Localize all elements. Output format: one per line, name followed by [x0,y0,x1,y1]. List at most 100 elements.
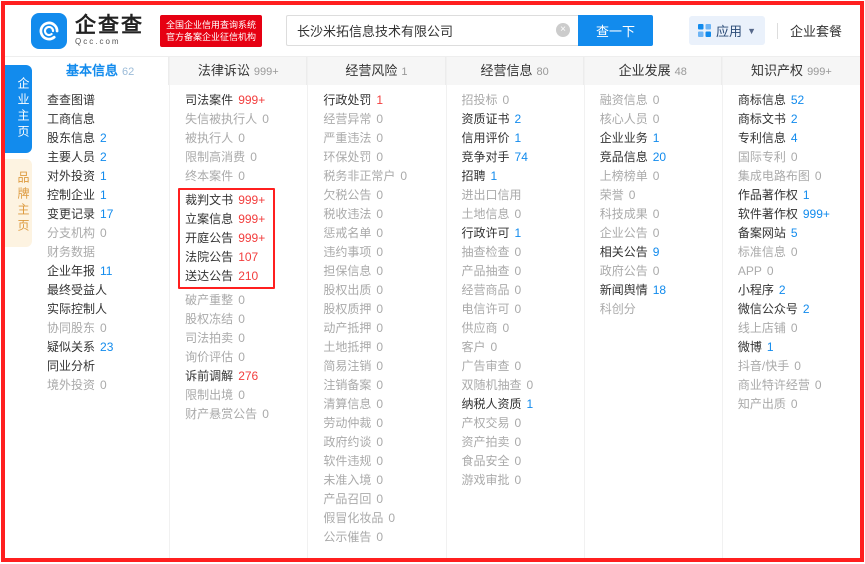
menu-item[interactable]: 竞品信息20 [600,148,722,167]
menu-item[interactable]: 诉前调解276 [185,367,307,386]
menu-item: 限制高消费0 [185,148,307,167]
menu-item: 知产出质0 [738,395,860,414]
menu-item: 严重违法0 [323,129,445,148]
menu-item: 财产悬赏公告0 [185,405,307,424]
menu-item: 注销备案0 [323,376,445,395]
menu-item[interactable]: 商标文书2 [738,110,860,129]
menu-item[interactable]: 小程序2 [738,281,860,300]
menu-item: 科技成果0 [600,205,722,224]
menu-item[interactable]: 微博1 [738,338,860,357]
menu-item[interactable]: 专利信息4 [738,129,860,148]
menu-item[interactable]: 资质证书2 [462,110,584,129]
menu-item: 土地信息0 [462,205,584,224]
nav-column: 基本信息62 查查图谱工商信息股东信息2主要人员2对外投资1控制企业1变更记录17… [32,57,170,561]
nav-column: 知识产权999+ 商标信息52商标文书2专利信息4国际专利0集成电路布图0作品著作… [723,57,860,561]
menu-item[interactable]: 查查图谱 [47,91,169,110]
clear-search-icon[interactable]: × [556,23,570,37]
menu-item[interactable]: 新闻舆情18 [600,281,722,300]
menu-item: 招投标0 [462,91,584,110]
logo-text: 企查查 [75,15,144,36]
menu-item[interactable]: 对外投资1 [47,167,169,186]
menu-item[interactable]: 疑似关系23 [47,338,169,357]
menu-item: 惩戒名单0 [323,224,445,243]
menu-item: 抽查检查0 [462,243,584,262]
menu-item[interactable]: 纳税人资质1 [462,395,584,414]
menu-item: 股权质押0 [323,300,445,319]
menu-item[interactable]: 竞争对手74 [462,148,584,167]
menu-item[interactable]: 最终受益人 [47,281,169,300]
menu-item[interactable]: 送达公告210 [185,267,265,286]
menu-item[interactable]: 变更记录17 [47,205,169,224]
menu-item: 电信许可0 [462,300,584,319]
menu-item: 股权冻结0 [185,310,307,329]
menu-item[interactable]: 备案网站5 [738,224,860,243]
menu-item: 假冒化妆品0 [323,509,445,528]
menu-item[interactable]: 控制企业1 [47,186,169,205]
menu-item[interactable]: 招聘1 [462,167,584,186]
menu-item[interactable]: 工商信息 [47,110,169,129]
search-button[interactable]: 查一下 [578,15,653,46]
apps-grid-icon [698,24,711,37]
enterprise-package-link[interactable]: 企业套餐 [790,21,842,40]
menu-item[interactable]: 微信公众号2 [738,300,860,319]
menu-item: 集成电路布图0 [738,167,860,186]
menu-item[interactable]: 企业业务1 [600,129,722,148]
menu-item: 经营商品0 [462,281,584,300]
menu-item[interactable]: 作品著作权1 [738,186,860,205]
nav-column: 经营信息80招投标0资质证书2信用评价1竞争对手74招聘1进出口信用土地信息0行… [447,57,585,561]
menu-item[interactable]: 同业分析 [47,357,169,376]
menu-item: 上榜榜单0 [600,167,722,186]
search-input[interactable] [286,15,578,46]
menu-item[interactable]: 相关公告9 [600,243,722,262]
menu-item: 线上店铺0 [738,319,860,338]
menu-item: 抖音/快手0 [738,357,860,376]
menu-item[interactable]: 股东信息2 [47,129,169,148]
tab-2[interactable]: 法律诉讼999+ [170,57,307,85]
search-zone: × 查一下 [286,15,653,46]
menu-item: 税务非正常户0 [323,167,445,186]
divider [777,23,778,39]
tab-5[interactable]: 企业发展48 [585,57,722,85]
menu-item: 客户0 [462,338,584,357]
menu-item: 广告审查0 [462,357,584,376]
menu-item[interactable]: 实际控制人 [47,300,169,319]
logo[interactable]: 企查查 Qcc.com 全国企业信用查询系统 官方备案企业征信机构 [31,13,262,49]
menu-item[interactable]: 裁判文书999+ [185,191,265,210]
menu-item: 国际专利0 [738,148,860,167]
menu-item[interactable]: 法院公告107 [185,248,265,267]
menu-item[interactable]: 行政处罚1 [323,91,445,110]
nav-column: 经营风险1行政处罚1经营异常0严重违法0环保处罚0税务非正常户0欠税公告0税收违… [308,57,446,561]
menu-item: 简易注销0 [323,357,445,376]
menu-item[interactable]: 司法案件999+ [185,91,307,110]
menu-item: 破产重整0 [185,291,307,310]
menu-item: 协同股东0 [47,319,169,338]
menu-item[interactable]: 商标信息52 [738,91,860,110]
menu-item: 经营异常0 [323,110,445,129]
nav-column: 法律诉讼999+司法案件999+失信被执行人0被执行人0限制高消费0终本案件0裁… [170,57,308,561]
menu-item[interactable]: 企业年报11 [47,262,169,281]
menu-item: 财务数据 [47,243,169,262]
nav-columns: 基本信息62 查查图谱工商信息股东信息2主要人员2对外投资1控制企业1变更记录17… [32,57,860,561]
menu-item: 科创分 [600,300,722,319]
menu-item: 劳动仲裁0 [323,414,445,433]
tab-4[interactable]: 经营信息80 [447,57,584,85]
menu-item: 荣誉0 [600,186,722,205]
certification-badge: 全国企业信用查询系统 官方备案企业征信机构 [160,15,262,47]
menu-item[interactable]: 立案信息999+ [185,210,265,229]
menu-item[interactable]: 行政许可1 [462,224,584,243]
menu-item[interactable]: 信用评价1 [462,129,584,148]
tab-brand-homepage[interactable]: 品牌主页 [5,159,32,247]
tab-company-homepage[interactable]: 企业主页 [5,65,32,153]
menu-item: 违约事项0 [323,243,445,262]
menu-item: 双随机抽查0 [462,376,584,395]
menu-item[interactable]: 软件著作权999+ [738,205,860,224]
tab-3[interactable]: 经营风险1 [308,57,445,85]
tab-1[interactable]: 基本信息62 [32,57,169,85]
menu-item: 欠税公告0 [323,186,445,205]
apps-menu[interactable]: 应用 ▼ [689,16,765,45]
menu-item[interactable]: 开庭公告999+ [185,229,265,248]
menu-item[interactable]: 主要人员2 [47,148,169,167]
menu-item: 资产拍卖0 [462,433,584,452]
tab-6[interactable]: 知识产权999+ [723,57,860,85]
menu-item: 产品召回0 [323,490,445,509]
